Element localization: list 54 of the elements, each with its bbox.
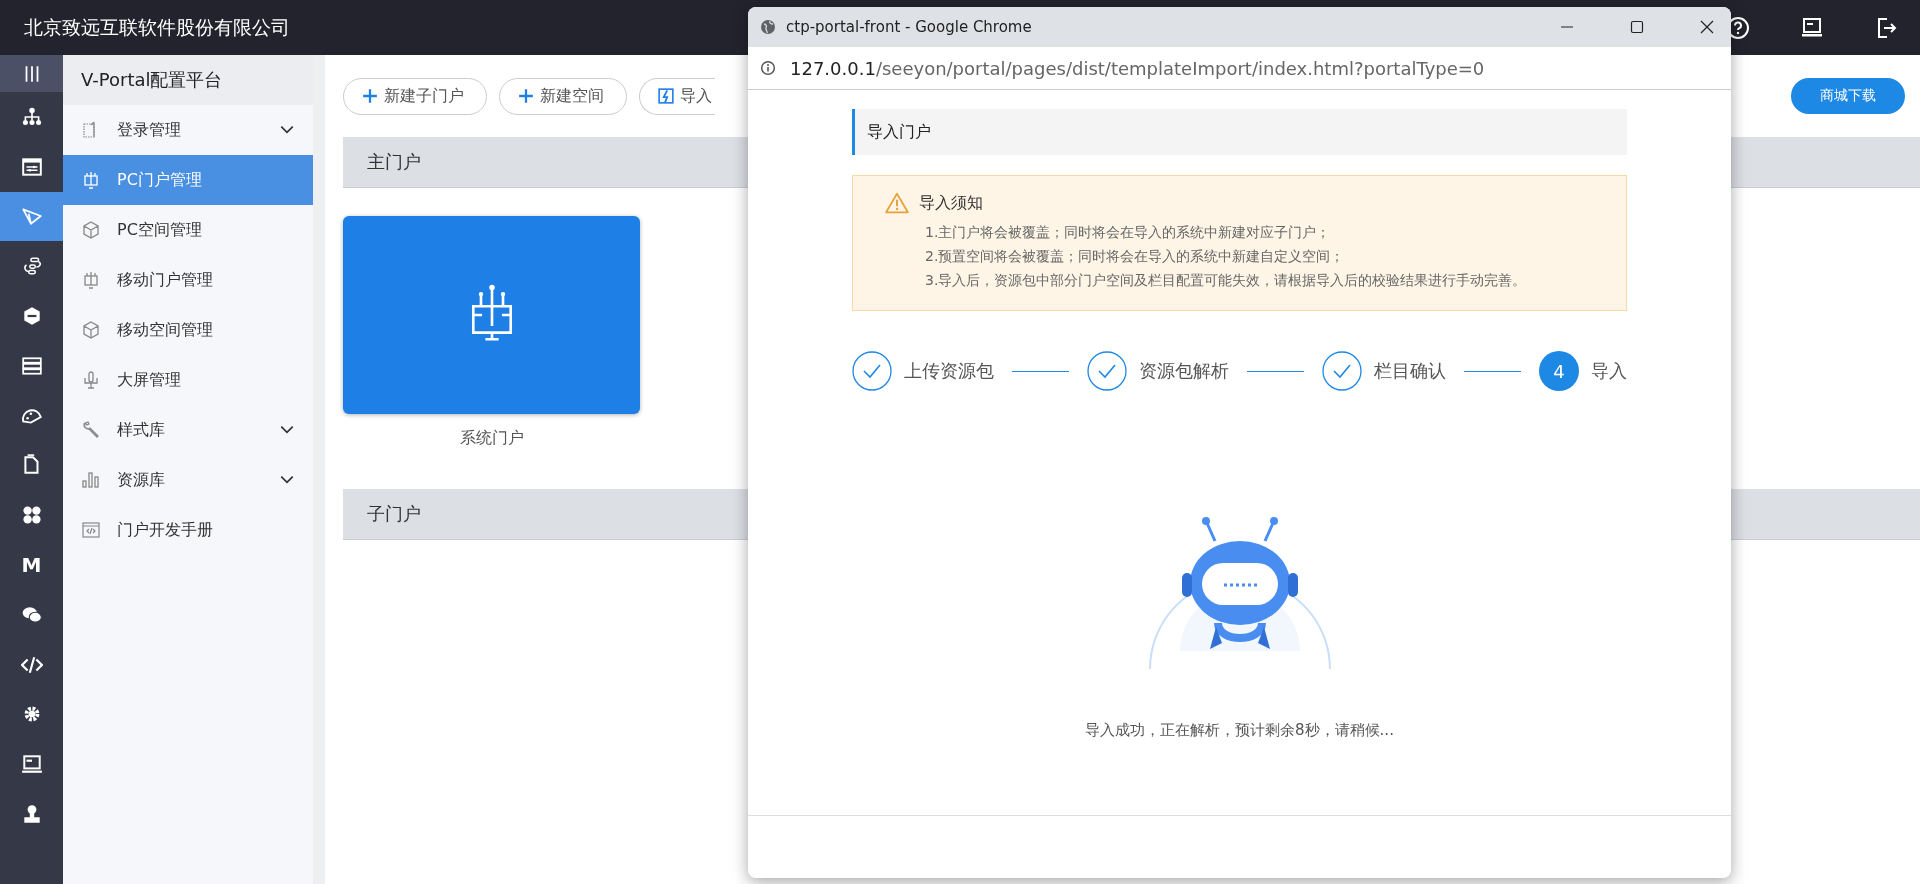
monitor-icon[interactable] (1800, 15, 1824, 40)
notice-text: 2.预置空间将会被覆盖；同时将会在导入的系统中新建自定义空间； (925, 247, 1346, 266)
sidebar-item[interactable]: 登录管理 (63, 105, 313, 155)
plus-icon (362, 88, 378, 104)
org-chart-icon (20, 105, 43, 128)
step-label: 栏目确认 (1374, 359, 1446, 383)
stack-icon (20, 354, 43, 377)
check-circle-icon (852, 351, 892, 391)
section-heading: 导入门户 (852, 109, 1627, 155)
sidebar-item[interactable]: 门户开发手册 (63, 505, 313, 555)
close-icon[interactable] (1699, 19, 1715, 35)
cube-icon (81, 320, 101, 340)
sidebar-item[interactable]: 移动门户管理 (63, 255, 313, 305)
toolbar-button[interactable]: 导入 (639, 77, 715, 115)
toolbar-button[interactable]: 新建空间 (499, 77, 627, 115)
mic-icon (81, 370, 101, 390)
platform-title: V-Portal配置平台 (63, 55, 313, 105)
sliders-panel-icon (20, 155, 43, 178)
check-circle-icon (1087, 351, 1127, 391)
warning-icon (885, 192, 909, 214)
step-number: 4 (1539, 351, 1579, 391)
maximize-icon[interactable] (1629, 19, 1645, 35)
step-label: 资源包解析 (1139, 359, 1229, 383)
monitor-icon (20, 753, 43, 776)
globe-icon (760, 19, 776, 35)
notice-title: 导入须知 (919, 192, 983, 214)
window-title: ctp-portal-front - Google Chrome (786, 18, 1032, 36)
url-text[interactable]: 127.0.0.1/seeyon/portal/pages/dist/templateImport/index.html?portalType=0 (790, 57, 1485, 79)
sidebar-item[interactable]: 移动空间管理 (63, 305, 313, 355)
cube-icon (81, 220, 101, 240)
codebook-icon (81, 520, 101, 540)
notice-text: 3.导入后，资源包中部分门户空间及栏目配置可能失效，请根据导入后的校验结果进行手动完善。 (925, 271, 1528, 290)
store-download-button[interactable]: 商城下载 (1791, 78, 1905, 114)
m-letter: M (21, 553, 42, 578)
sidebar-item[interactable]: 资源库 (63, 455, 313, 505)
plus-icon (518, 88, 534, 104)
rail-button[interactable] (0, 191, 63, 242)
bars-icon (81, 470, 101, 490)
info-icon (760, 60, 776, 76)
notice-text: 1.主门户将会被覆盖；同时将会在导入的系统中新建对应子门户； (925, 223, 1332, 242)
card-label: 系统门户 (459, 428, 524, 449)
status-message: 导入成功，正在解析，预计剩余8秒，请稍候... (1085, 721, 1394, 740)
wrench-icon (81, 420, 101, 440)
import-icon (658, 88, 674, 104)
sidebar-item[interactable]: PC空间管理 (63, 205, 313, 255)
company-name: 北京致远互联软件股份有限公司 (24, 14, 290, 40)
check-circle-icon (1322, 351, 1362, 391)
sidebar-item[interactable]: 样式库 (63, 405, 313, 455)
step-label: 导入 (1591, 359, 1627, 383)
step-label: 上传资源包 (904, 359, 994, 383)
sidebar-item[interactable]: 大屏管理 (63, 355, 313, 405)
rail-button[interactable]: M (0, 540, 63, 590)
toolbar-button[interactable]: 新建子门户 (343, 77, 487, 115)
four-circles-icon (20, 504, 43, 527)
